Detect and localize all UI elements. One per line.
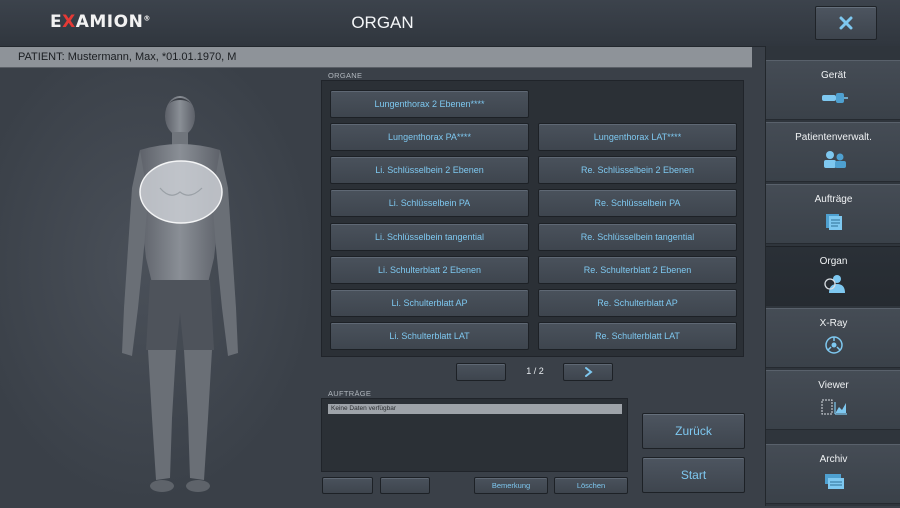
sidebar-item-geraet[interactable]: Gerät (766, 60, 900, 120)
top-bar: EXAMION® ORGAN (0, 0, 765, 47)
sidebar-item-auftraege[interactable]: Aufträge (766, 184, 900, 244)
organ-button-re-schluesselbein-2-ebenen[interactable]: Re. Schlüsselbein 2 Ebenen (538, 156, 737, 184)
sidebar-item-archiv[interactable]: Archiv (766, 444, 900, 504)
organ-button-li-schluesselbein-tangential[interactable]: Li. Schlüsselbein tangential (330, 223, 529, 251)
patients-icon (823, 151, 846, 168)
start-button[interactable]: Start (642, 457, 745, 493)
organ-button-li-schluesselbein-pa[interactable]: Li. Schlüsselbein PA (330, 189, 529, 217)
chest-selection-highlight (139, 160, 223, 224)
close-button[interactable] (815, 6, 877, 40)
archive-icon (824, 474, 844, 489)
device-icon (821, 93, 848, 103)
organs-section-label: ORGANE (328, 71, 363, 80)
patient-info-bar: PATIENT: Mustermann, Max, *01.01.1970, M (0, 47, 752, 68)
sidebar-item-viewer[interactable]: Viewer (766, 370, 900, 430)
organ-button-lungenthorax-lat[interactable]: Lungenthorax LAT**** (538, 123, 737, 151)
organ-button-lungenthorax-pa[interactable]: Lungenthorax PA**** (330, 123, 529, 151)
xray-icon (824, 336, 843, 354)
orders-action-button-2[interactable] (380, 477, 430, 494)
next-page-button[interactable] (563, 363, 613, 381)
organ-icon (823, 275, 845, 293)
organ-button-li-schulterblatt-lat[interactable]: Li. Schulterblatt LAT (330, 322, 529, 350)
organ-button-re-schulterblatt-2-ebenen[interactable]: Re. Schulterblatt 2 Ebenen (538, 256, 737, 284)
back-button[interactable]: Zurück (642, 413, 745, 449)
organ-button-re-schluesselbein-tangential[interactable]: Re. Schlüsselbein tangential (538, 223, 737, 251)
delete-button[interactable]: Löschen (554, 477, 628, 494)
orders-panel: Keine Daten verfügbar (321, 398, 628, 472)
organ-button-re-schulterblatt-lat[interactable]: Re. Schulterblatt LAT (538, 322, 737, 350)
sidebar-item-xray[interactable]: X-Ray (766, 308, 900, 368)
organ-button-li-schluesselbein-2-ebenen[interactable]: Li. Schlüsselbein 2 Ebenen (330, 156, 529, 184)
organ-button-li-schulterblatt-2-ebenen[interactable]: Li. Schulterblatt 2 Ebenen (330, 256, 529, 284)
organ-button-li-schulterblatt-ap[interactable]: Li. Schulterblatt AP (330, 289, 529, 317)
sidebar-item-organ[interactable]: Organ (766, 246, 900, 306)
orders-action-button-1[interactable] (322, 477, 373, 494)
organ-button-lungenthorax-2-ebenen[interactable]: Lungenthorax 2 Ebenen**** (330, 90, 529, 118)
examion-logo: EXAMION® (50, 12, 151, 32)
viewer-icon (821, 399, 847, 415)
orders-section-label: AUFTRÄGE (328, 389, 372, 398)
previous-page-button[interactable] (456, 363, 506, 381)
orders-icon (825, 214, 842, 230)
orders-empty-row: Keine Daten verfügbar (328, 404, 622, 414)
human-body-figure[interactable] (110, 88, 250, 508)
organ-button-re-schulterblatt-ap[interactable]: Re. Schulterblatt AP (538, 289, 737, 317)
sidebar: Gerät Patientenverwalt. Aufträge Organ X… (765, 46, 900, 506)
close-icon (839, 16, 853, 30)
sidebar-item-patientenverwaltung[interactable]: Patientenverwalt. (766, 122, 900, 182)
remark-button[interactable]: Bemerkung (474, 477, 548, 494)
body-model-panel (0, 68, 320, 506)
chevron-right-icon (585, 367, 593, 377)
page-indicator: 1 / 2 (526, 366, 544, 376)
organ-button-re-schluesselbein-pa[interactable]: Re. Schlüsselbein PA (538, 189, 737, 217)
